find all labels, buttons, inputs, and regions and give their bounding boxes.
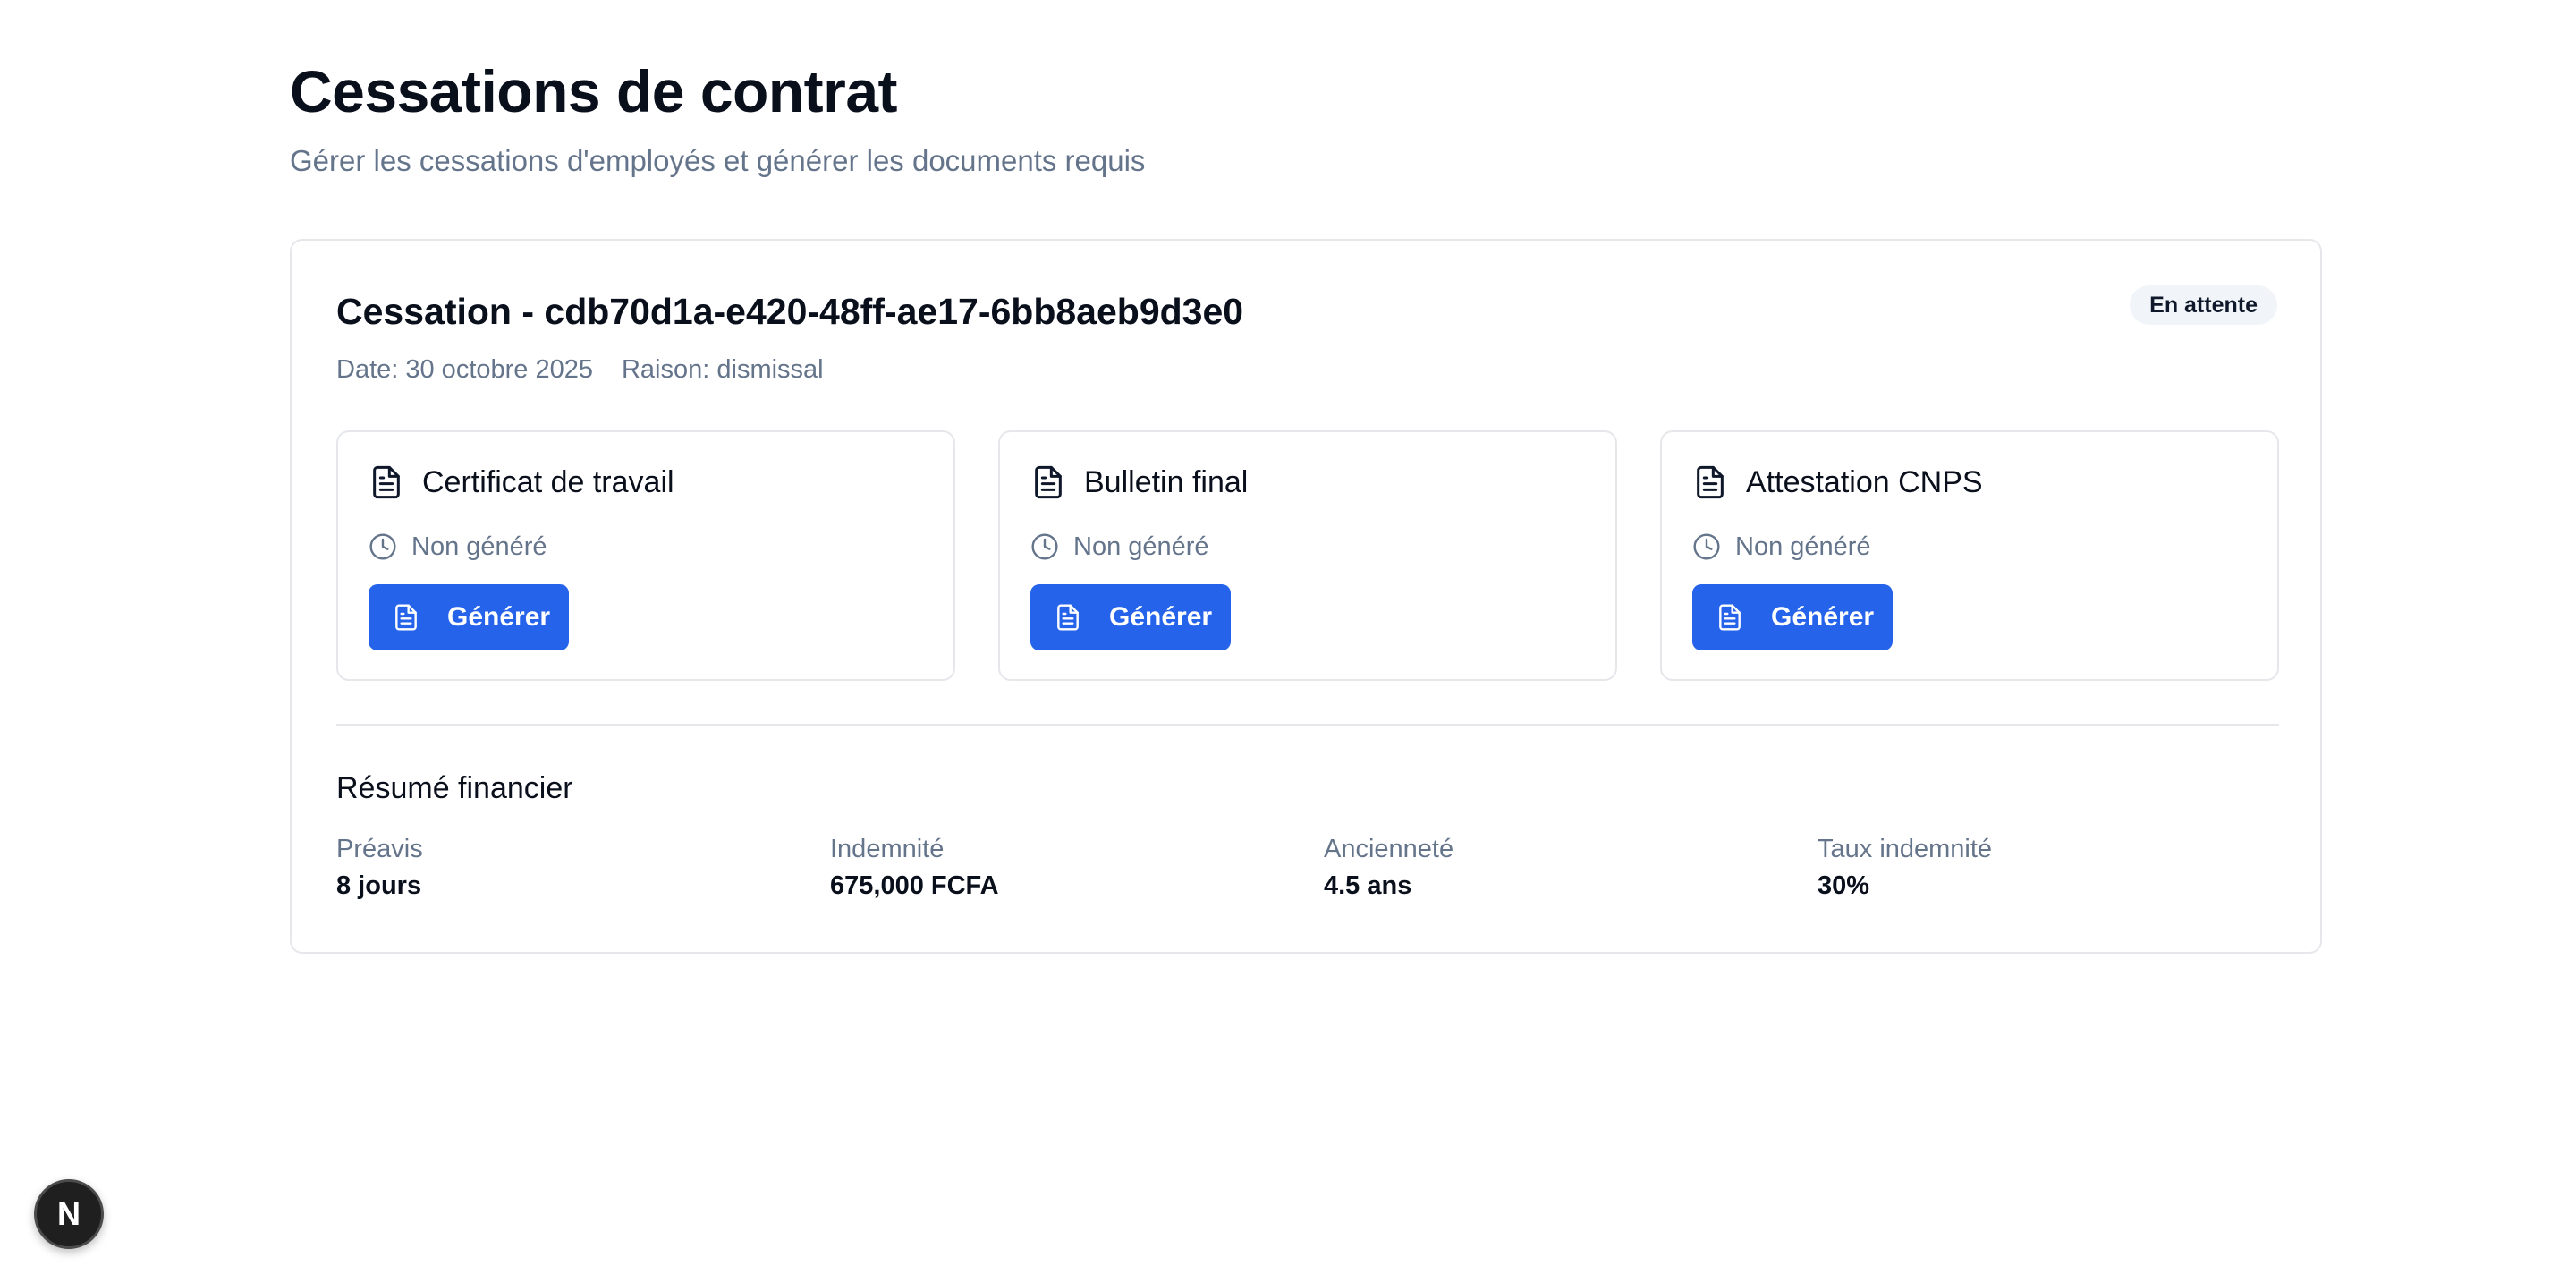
document-status: Non généré	[1692, 529, 1871, 565]
financial-label: Ancienneté	[1324, 835, 1454, 863]
financial-item-preavis: Préavis 8 jours	[336, 831, 801, 905]
file-text-icon	[1035, 465, 1062, 499]
cessation-reason: Raison: dismissal	[621, 355, 824, 384]
document-card-certificat: Certificat de travail Non généré Générer	[336, 430, 955, 681]
financial-value: 4.5 ans	[1324, 871, 1412, 900]
financial-value: 675,000 FCFA	[830, 871, 999, 900]
file-text-icon	[1057, 604, 1079, 631]
generate-attestation-button[interactable]: Générer	[1692, 584, 1893, 650]
generate-button-label: Générer	[447, 602, 551, 632]
document-status: Non généré	[369, 529, 547, 565]
clock-icon	[1031, 533, 1058, 560]
financial-label: Indemnité	[830, 835, 945, 863]
document-title: Attestation CNPS	[1746, 465, 1983, 499]
cessation-date: Date: 30 octobre 2025	[336, 355, 593, 384]
page-container: Cessations de contrat Gérer les cessatio…	[290, 54, 2322, 954]
documents-grid: Certificat de travail Non généré Générer…	[336, 430, 2279, 681]
financial-value: 30%	[1818, 871, 1870, 900]
document-title: Certificat de travail	[422, 465, 674, 499]
generate-button-label: Générer	[1771, 602, 1875, 632]
file-text-icon	[373, 465, 400, 499]
financial-item-taux: Taux indemnité 30%	[1818, 831, 2283, 905]
document-title: Bulletin final	[1084, 465, 1249, 499]
page-subtitle: Gérer les cessations d'employés et génér…	[290, 144, 1146, 177]
document-status: Non généré	[1030, 529, 1209, 565]
document-status-text: Non généré	[1735, 532, 1871, 561]
financial-item-anciennete: Ancienneté 4.5 ans	[1324, 831, 1789, 905]
document-header: Bulletin final	[1030, 463, 1248, 502]
generate-button-label: Générer	[1109, 602, 1213, 632]
financial-value: 8 jours	[336, 871, 422, 900]
page-title: Cessations de contrat	[290, 58, 898, 124]
financial-item-indemnite: Indemnité 675,000 FCFA	[830, 831, 1295, 905]
financial-summary-title: Résumé financier	[336, 771, 573, 805]
document-status-text: Non généré	[411, 532, 547, 561]
cessation-card: Cessation - cdb70d1a-e420-48ff-ae17-6bb8…	[290, 239, 2322, 954]
status-badge: En attente	[2130, 285, 2277, 325]
file-text-icon	[1697, 465, 1724, 499]
file-text-icon	[1719, 604, 1741, 631]
document-header: Certificat de travail	[369, 463, 674, 502]
cessation-meta: Date: 30 octobre 2025 Raison: dismissal	[336, 352, 824, 387]
financial-label: Préavis	[336, 835, 423, 863]
section-divider	[336, 724, 2279, 726]
file-text-icon	[395, 604, 417, 631]
document-header: Attestation CNPS	[1692, 463, 1983, 502]
clock-icon	[369, 533, 396, 560]
cessation-title: Cessation - cdb70d1a-e420-48ff-ae17-6bb8…	[336, 291, 1244, 332]
document-card-attestation: Attestation CNPS Non généré Générer	[1660, 430, 2279, 681]
nextjs-dev-badge[interactable]: N	[34, 1179, 104, 1249]
generate-certificat-button[interactable]: Générer	[369, 584, 569, 650]
generate-bulletin-button[interactable]: Générer	[1030, 584, 1231, 650]
clock-icon	[1693, 533, 1720, 560]
document-status-text: Non généré	[1073, 532, 1209, 561]
document-card-bulletin: Bulletin final Non généré Générer	[998, 430, 1617, 681]
financial-label: Taux indemnité	[1818, 835, 1993, 863]
